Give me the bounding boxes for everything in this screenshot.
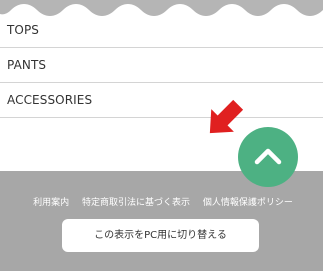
switch-to-pc-view-button[interactable]: この表示をPC用に切り替える (62, 219, 259, 252)
page: TOPS PANTS ACCESSORIES 利用案内 特定商取引法に基づく表示… (0, 0, 323, 271)
red-arrow-icon (209, 99, 244, 134)
menu-item-accessories[interactable]: ACCESSORIES (0, 83, 323, 118)
menu-item-pants[interactable]: PANTS (0, 48, 323, 83)
menu-item-label: TOPS (7, 23, 40, 37)
menu-item-label: ACCESSORIES (7, 93, 93, 107)
footer-links: 利用案内 特定商取引法に基づく表示 個人情報保護ポリシー (0, 195, 323, 208)
menu-item-label: PANTS (7, 58, 47, 72)
footer-link-commercial-law[interactable]: 特定商取引法に基づく表示 (82, 198, 190, 208)
torn-edge-divider (0, 0, 323, 16)
footer-link-guide[interactable]: 利用案内 (33, 198, 69, 208)
footer-link-privacy-policy[interactable]: 個人情報保護ポリシー (203, 198, 293, 208)
